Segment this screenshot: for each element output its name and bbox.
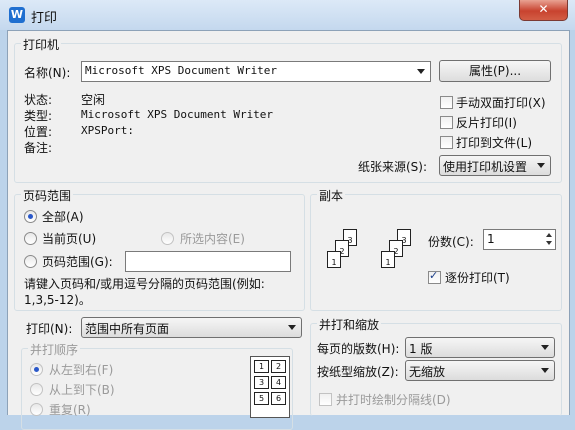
printer-group: 打印机 名称(N): Microsoft XPS Document Writer…	[14, 36, 562, 183]
order-grid-preview: 1 2 3 4 5 6	[250, 356, 290, 418]
grid-cell: 1	[254, 360, 269, 373]
collate-checkbox[interactable]	[428, 269, 441, 284]
print-to-file-label: 打印到文件(L)	[456, 136, 533, 150]
printer-name-label: 名称(N):	[24, 66, 71, 80]
print-what-select[interactable]: 范围中所有页面	[81, 317, 302, 338]
page-range-label: 页码范围(G):	[42, 255, 113, 269]
type-value: Microsoft XPS Document Writer	[81, 108, 274, 121]
wps-app-icon: W	[9, 7, 25, 23]
order-group: 并打顺序 从左到右(F) 从上到下(B) 重复(R) 1 2 3 4 5 6	[21, 341, 293, 430]
print-to-file-checkbox[interactable]	[440, 136, 453, 149]
window-title: 打印	[31, 11, 58, 26]
draw-divider-checkbox[interactable]	[319, 393, 332, 406]
page-range-input[interactable]	[125, 251, 291, 272]
copies-group: 副本 3 2 1 3 2 1 份数(C): 1 逐份打印(T)	[310, 187, 562, 311]
print-what-value: 范围中所有页面	[85, 322, 170, 336]
page-range-hint-line2: 1,3,5-12)。	[24, 293, 91, 307]
top-to-bottom-label: 从上到下(B)	[49, 383, 115, 397]
left-to-right-radio[interactable]	[30, 363, 43, 376]
location-label: 位置:	[24, 125, 53, 139]
current-page-label: 当前页(U)	[42, 232, 97, 246]
draw-divider-label: 并打时绘制分隔线(D)	[336, 393, 451, 407]
duplex-label: 手动双面打印(X)	[456, 96, 546, 110]
left-to-right-label: 从左到右(F)	[49, 363, 114, 377]
reverse-checkbox[interactable]	[440, 116, 453, 129]
page-sheet-icon: 1	[381, 251, 395, 268]
copies-legend: 副本	[317, 187, 346, 204]
pages-per-sheet-select[interactable]: 1 版	[405, 337, 555, 358]
page-sheet-icon: 1	[327, 251, 341, 268]
repeat-label: 重复(R)	[49, 403, 91, 417]
location-value: XPSPort:	[81, 124, 134, 137]
grid-cell: 2	[271, 360, 286, 373]
current-page-radio[interactable]	[24, 232, 37, 245]
order-legend: 并打顺序	[28, 341, 81, 358]
chevron-down-icon	[417, 69, 425, 74]
copies-count-value: 1	[487, 232, 495, 246]
grid-cell: 4	[271, 376, 286, 389]
paper-source-select[interactable]: 使用打印机设置	[439, 155, 551, 176]
scale-value: 无缩放	[409, 365, 446, 379]
top-to-bottom-radio[interactable]	[30, 383, 43, 396]
zoom-legend: 并打和缩放	[317, 316, 382, 333]
grid-cell: 5	[254, 392, 269, 405]
title-bar: W 打印 ✕	[0, 0, 575, 30]
printer-name-select[interactable]: Microsoft XPS Document Writer	[81, 61, 431, 82]
page-range-legend: 页码范围	[21, 187, 74, 204]
pages-per-sheet-value: 1 版	[409, 342, 433, 356]
selection-radio[interactable]	[161, 232, 174, 245]
scale-select[interactable]: 无缩放	[405, 360, 555, 381]
paper-source-value: 使用打印机设置	[443, 160, 528, 174]
collate-illustration: 3 2 1 3 2 1	[317, 225, 427, 285]
grid-cell: 6	[271, 392, 286, 405]
printer-legend: 打印机	[21, 36, 62, 53]
printer-name-value: Microsoft XPS Document Writer	[85, 64, 278, 77]
reverse-label: 反片打印(I)	[456, 116, 517, 130]
all-pages-label: 全部(A)	[42, 210, 84, 224]
page-range-hint-line1: 请键入页码和/或用逗号分隔的页码范围(例如:	[24, 277, 265, 291]
chevron-down-icon	[541, 345, 549, 350]
spin-up-icon[interactable]	[546, 233, 552, 237]
type-label: 类型:	[24, 109, 53, 123]
dialog-body: 打印机 名称(N): Microsoft XPS Document Writer…	[7, 30, 570, 430]
sheet-number: 1	[331, 258, 337, 267]
zoom-group: 并打和缩放 每页的版数(H): 1 版 按纸型缩放(Z): 无缩放 并打时绘制分…	[310, 316, 562, 416]
page-range-group: 页码范围 全部(A) 当前页(U) 所选内容(E) 页码范围(G): 请键入页码…	[14, 187, 305, 311]
chevron-down-icon	[537, 163, 545, 168]
print-dialog: W 打印 ✕ 打印机 名称(N): Microsoft XPS Document…	[0, 0, 575, 430]
paper-source-label: 纸张来源(S):	[358, 160, 428, 174]
status-value: 空闲	[81, 93, 106, 107]
all-pages-radio[interactable]	[24, 210, 37, 223]
duplex-checkbox[interactable]	[440, 96, 453, 109]
close-button[interactable]: ✕	[519, 0, 568, 21]
status-label: 状态:	[24, 93, 53, 107]
comment-label: 备注:	[24, 141, 53, 155]
copies-count-spinner[interactable]: 1	[483, 229, 556, 250]
selection-label: 所选内容(E)	[180, 232, 245, 246]
grid-cell: 3	[254, 376, 269, 389]
sheet-number: 1	[385, 258, 391, 267]
chevron-down-icon	[541, 368, 549, 373]
properties-button[interactable]: 属性(P)...	[439, 60, 551, 82]
spin-down-icon[interactable]	[546, 241, 552, 245]
pages-per-sheet-label: 每页的版数(H):	[317, 342, 400, 356]
scale-label: 按纸型缩放(Z):	[317, 365, 399, 379]
page-range-radio[interactable]	[24, 255, 37, 268]
print-what-label: 打印(N):	[26, 322, 73, 336]
repeat-radio[interactable]	[30, 403, 43, 416]
copies-count-label: 份数(C):	[428, 235, 474, 249]
chevron-down-icon	[288, 325, 296, 330]
collate-label: 逐份打印(T)	[445, 271, 510, 285]
